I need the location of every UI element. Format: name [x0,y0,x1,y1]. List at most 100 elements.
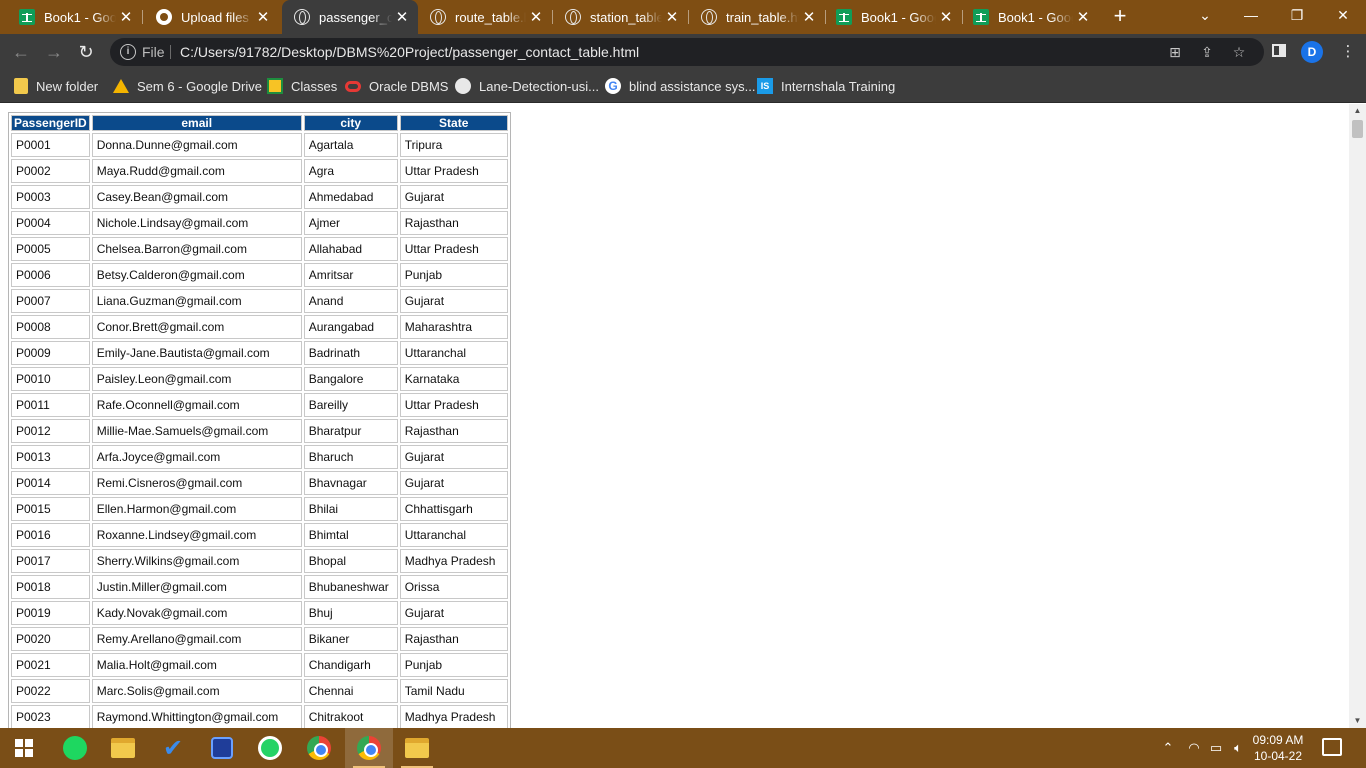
tab-train-table[interactable]: train_table.html ✕ [689,0,825,34]
back-button[interactable]: ← [8,39,34,65]
translate-icon[interactable]: ⊞ [1166,43,1184,61]
globe-icon [701,9,717,25]
restore-button[interactable]: ❐ [1274,0,1320,30]
cell-state: Uttaranchal [399,523,508,547]
clock-time: 09:09 AM [1252,733,1304,747]
new-tab-button[interactable]: + [1108,5,1132,29]
taskbar-vpn[interactable] [198,728,246,768]
windows-taskbar: ✔ ⌃ ◠ ▭ 🔈︎ 09:09 AM 10-04-22 [0,728,1366,768]
cell-state: Orissa [399,575,508,599]
taskbar-chrome-profile[interactable] [345,728,393,768]
bookmark-classes[interactable]: Classes [267,77,337,95]
taskbar-whatsapp[interactable] [246,728,294,768]
menu-kebab-icon[interactable]: ⋮ [1338,42,1358,62]
cell-state: Uttar Pradesh [399,237,508,261]
cell-email: Justin.Miller@gmail.com [91,575,302,599]
header-state: State [399,115,508,131]
cell-passenger-id: P0005 [11,237,90,261]
close-icon[interactable]: ✕ [799,7,819,27]
table-body: P0001 Donna.Dunne@gmail.com Agartala Tripur… [11,133,508,728]
tab-route-table[interactable]: route_table.html ✕ [418,0,552,34]
table-row: P0002 Maya.Rudd@gmail.com Agra Uttar Prades… [11,159,508,183]
tab-passenger-contact-table[interactable]: passenger_contact_table.html ✕ [282,0,418,34]
tab-strip: Book1 - Google Sheets ✕ Upload files · G… [0,0,1366,34]
notification-center-icon[interactable] [1322,738,1342,756]
scroll-down-arrow-icon[interactable]: ▼ [1349,714,1366,728]
bookmark-lane-detection[interactable]: Lane-Detection-usi... [455,77,599,95]
page-scrollbar[interactable]: ▲ ▼ [1349,104,1366,728]
cell-passenger-id: P0001 [11,133,90,157]
wifi-icon[interactable]: ◠ [1184,728,1204,768]
cell-city: Allahabad [303,237,398,261]
share-icon[interactable]: ⇪ [1198,43,1216,61]
start-button[interactable] [0,728,48,768]
system-clock[interactable]: 09:09 AM 10-04-22 [1250,732,1306,764]
volume-muted-icon[interactable]: 🔈︎ [1228,728,1248,768]
header-email: email [91,115,302,131]
tab-book1-sheets-2[interactable]: Book1 - Google Sheets ✕ [826,0,962,34]
cell-city: Chennai [303,679,398,703]
reload-button[interactable]: ↻ [73,39,99,65]
close-window-button[interactable]: ✕ [1320,0,1366,30]
bookmark-label: New folder [36,78,99,94]
bookmark-new-folder[interactable]: New folder [14,77,98,95]
taskbar-file-explorer[interactable] [99,728,147,768]
scroll-up-arrow-icon[interactable]: ▲ [1349,104,1366,118]
tab-title: route_table.html [455,9,526,25]
todo-check-icon: ✔ [162,734,184,762]
tab-station-table[interactable]: station_table.html ✕ [553,0,688,34]
tab-book1-sheets-3[interactable]: Book1 - Google Sheets ✕ [963,0,1099,34]
cell-city: Agartala [303,133,398,157]
table-row: P0014 Remi.Cisneros@gmail.com Bhavnagar Guj… [11,471,508,495]
taskbar-spotify[interactable] [51,728,99,768]
table-row: P0021 Malia.Holt@gmail.com Chandigarh Punja… [11,653,508,677]
cell-city: Ajmer [303,211,398,235]
cell-email: Donna.Dunne@gmail.com [91,133,302,157]
cell-email: Marc.Solis@gmail.com [91,679,302,703]
cell-state: Chhattisgarh [399,497,508,521]
taskbar-chrome[interactable] [295,728,343,768]
address-bar[interactable]: i File C:/Users/91782/Desktop/DBMS%20Pro… [110,38,1264,66]
table-row: P0008 Conor.Brett@gmail.com Aurangabad Maha… [11,315,508,339]
forward-button[interactable]: → [41,39,67,65]
info-icon[interactable]: i [120,44,136,60]
taskbar-file-explorer-window[interactable] [393,728,441,768]
scroll-thumb[interactable] [1352,120,1363,138]
minimize-button[interactable]: — [1228,0,1274,30]
cell-city: Chitrakoot [303,705,398,728]
close-icon[interactable]: ✕ [526,7,546,27]
side-panel-icon[interactable] [1272,44,1286,57]
close-icon[interactable]: ✕ [253,7,273,27]
tab-search-chevron-icon[interactable]: ⌄ [1182,0,1228,30]
battery-icon[interactable]: ▭ [1206,728,1226,768]
cell-passenger-id: P0017 [11,549,90,573]
tab-book1-sheets-1[interactable]: Book1 - Google Sheets ✕ [0,0,142,34]
cell-email: Casey.Bean@gmail.com [91,185,302,209]
cell-city: Badrinath [303,341,398,365]
close-icon[interactable]: ✕ [936,7,956,27]
taskbar-todo[interactable]: ✔ [149,728,197,768]
bookmark-blind-assistance[interactable]: G blind assistance sys... [605,77,755,95]
cell-passenger-id: P0010 [11,367,90,391]
bookmark-internshala[interactable]: IS Internshala Training [757,77,895,95]
bookmarks-bar: New folder Sem 6 - Google Drive Classes … [0,70,1366,103]
bookmark-sem6-drive[interactable]: Sem 6 - Google Drive [113,77,262,95]
cell-passenger-id: P0013 [11,445,90,469]
profile-avatar[interactable]: D [1301,41,1323,63]
bookmark-star-icon[interactable]: ☆ [1230,43,1248,61]
tray-overflow-chevron-icon[interactable]: ⌃ [1158,728,1178,768]
close-icon[interactable]: ✕ [116,7,136,27]
bookmark-oracle-dbms[interactable]: Oracle DBMS [345,77,448,95]
close-icon[interactable]: ✕ [392,7,412,27]
cell-passenger-id: P0018 [11,575,90,599]
table-row: P0018 Justin.Miller@gmail.com Bhubaneshwar… [11,575,508,599]
url-text[interactable]: C:/Users/91782/Desktop/DBMS%20Project/pa… [180,44,639,60]
tab-title: passenger_contact_table.html [319,9,392,25]
tab-upload-files-github[interactable]: Upload files · GitHub ✕ [142,0,279,34]
tab-title: station_table.html [590,9,662,25]
close-icon[interactable]: ✕ [662,7,682,27]
github-icon [156,9,172,25]
close-icon[interactable]: ✕ [1073,7,1093,27]
table-row: P0016 Roxanne.Lindsey@gmail.com Bhimtal Utt… [11,523,508,547]
table-row: P0010 Paisley.Leon@gmail.com Bangalore Karn… [11,367,508,391]
